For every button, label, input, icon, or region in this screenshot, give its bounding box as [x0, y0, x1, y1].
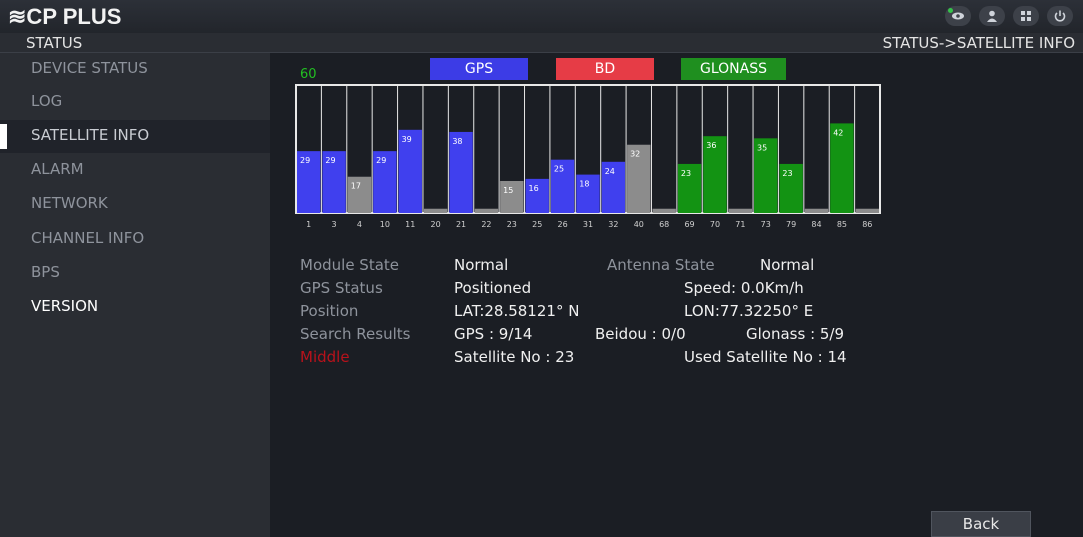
search-results-label: Search Results [300, 325, 411, 343]
latitude-value: LAT:28.58121° N [454, 302, 580, 320]
module-state-value: Normal [454, 256, 509, 274]
top-bar: ≋CP PLUS [0, 0, 1083, 33]
legend-bd: BD [556, 58, 654, 80]
longitude-value: LON:77.32250° E [684, 302, 814, 320]
breadcrumb: STATUS->SATELLITE INFO [882, 34, 1075, 52]
legend-glonass: GLONASS [681, 58, 786, 80]
power-icon[interactable] [1047, 6, 1073, 26]
sidebar-item-channel-info[interactable]: CHANNEL INFO [0, 223, 270, 256]
satellite-id-label: 73 [761, 220, 771, 229]
grid-icon[interactable] [1013, 6, 1039, 26]
gps-status-value: Positioned [454, 279, 532, 297]
satellite-id-label: 68 [659, 220, 669, 229]
signal-value-label: 42 [833, 128, 843, 137]
signal-value-label: 39 [402, 135, 412, 144]
satellite-id-label: 11 [405, 220, 415, 229]
user-icon[interactable] [979, 6, 1005, 26]
sidebar-item-label: DEVICE STATUS [31, 59, 148, 77]
antenna-state-value: Normal [760, 256, 815, 274]
sidebar-item-label: SATELLITE INFO [31, 126, 150, 144]
section-title: STATUS [26, 34, 83, 52]
speed-value: Speed: 0.0Km/h [684, 279, 804, 297]
signal-value-label: 17 [351, 182, 361, 191]
antenna-state-label: Antenna State [607, 256, 715, 274]
satellite-id-label: 31 [583, 220, 593, 229]
sidebar-item-label: BPS [31, 263, 60, 281]
satellite-id-label: 71 [735, 220, 745, 229]
top-toolbar [945, 6, 1073, 26]
satellite-id-label: 21 [456, 220, 466, 229]
satellite-id-label: 85 [837, 220, 847, 229]
signal-value-label: 18 [579, 180, 589, 189]
signal-bar [474, 208, 499, 213]
accuracy-label: Middle [300, 348, 350, 366]
satellite-id-label: 3 [332, 220, 337, 229]
sidebar-item-label: LOG [31, 92, 63, 110]
signal-value-label: 32 [630, 150, 640, 159]
signal-value-label: 29 [376, 156, 386, 165]
sidebar-item-network[interactable]: NETWORK [0, 188, 270, 221]
satellite-id-label: 22 [481, 220, 491, 229]
brand-logo: ≋CP PLUS [8, 4, 122, 29]
back-button[interactable]: Back [931, 511, 1031, 537]
view-icon[interactable] [945, 6, 971, 26]
sidebar-item-device-status[interactable]: DEVICE STATUS [0, 53, 270, 86]
sidebar: DEVICE STATUS LOG SATELLITE INFO ALARM N… [0, 53, 270, 537]
signal-bar [804, 208, 829, 213]
signal-value-label: 23 [782, 169, 792, 178]
gps-status-label: GPS Status [300, 279, 383, 297]
sidebar-item-label: ALARM [31, 160, 84, 178]
satellite-id-label: 26 [558, 220, 568, 229]
satellite-id-label: 1 [306, 220, 311, 229]
sidebar-item-label: CHANNEL INFO [31, 229, 145, 247]
satellite-id-label: 25 [532, 220, 542, 229]
chart-scale-max: 60 [300, 67, 317, 82]
signal-bar [652, 208, 676, 213]
signal-value-label: 29 [325, 156, 335, 165]
signal-value-label: 36 [706, 141, 716, 150]
satellite-id-label: 20 [431, 220, 441, 229]
legend-gps: GPS [430, 58, 528, 80]
signal-bar [855, 208, 879, 213]
sidebar-item-log[interactable]: LOG [0, 86, 270, 119]
satellite-id-label: 70 [710, 220, 720, 229]
sidebar-item-alarm[interactable]: ALARM [0, 154, 270, 187]
sidebar-item-version[interactable]: VERSION [0, 291, 270, 324]
sidebar-item-label: NETWORK [31, 194, 108, 212]
beidou-count-value: Beidou : 0/0 [595, 325, 686, 343]
sidebar-item-bps[interactable]: BPS [0, 257, 270, 290]
satellite-info-panel: 60 GPS BD GLONASS 29 1 29 3 17 4 29 10 39 11 20 38 2… [270, 53, 1083, 537]
module-state-label: Module State [300, 256, 400, 274]
signal-value-label: 25 [554, 165, 564, 174]
satellite-id-label: 32 [608, 220, 618, 229]
satellite-id-label: 40 [634, 220, 644, 229]
sidebar-item-label: VERSION [31, 297, 99, 315]
sidebar-item-satellite-info[interactable]: SATELLITE INFO [0, 120, 270, 153]
signal-bar [423, 208, 448, 213]
satellite-id-label: 84 [811, 220, 821, 229]
signal-value-label: 16 [529, 184, 539, 193]
satellite-id-label: 86 [862, 220, 872, 229]
gps-count-value: GPS : 9/14 [454, 325, 533, 343]
signal-value-label: 24 [605, 167, 615, 176]
satellite-id-label: 23 [507, 220, 517, 229]
signal-value-label: 29 [300, 156, 310, 165]
signal-value-label: 35 [757, 143, 767, 152]
used-satellite-number-value: Used Satellite No : 14 [684, 348, 847, 366]
satellite-signal-chart: 29 1 29 3 17 4 29 10 39 11 20 38 21 22 15 23 16 25 25 26 18 3… [295, 84, 881, 229]
satellite-id-label: 10 [380, 220, 390, 229]
position-label: Position [300, 302, 359, 320]
signal-value-label: 23 [681, 169, 691, 178]
signal-value-label: 15 [503, 186, 513, 195]
satellite-number-value: Satellite No : 23 [454, 348, 575, 366]
signal-value-label: 38 [452, 137, 462, 146]
status-header: STATUS STATUS->SATELLITE INFO [0, 33, 1083, 53]
glonass-count-value: Glonass : 5/9 [746, 325, 845, 343]
satellite-id-label: 69 [684, 220, 694, 229]
satellite-id-label: 79 [786, 220, 796, 229]
signal-bar [728, 208, 753, 213]
satellite-id-label: 4 [357, 220, 362, 229]
